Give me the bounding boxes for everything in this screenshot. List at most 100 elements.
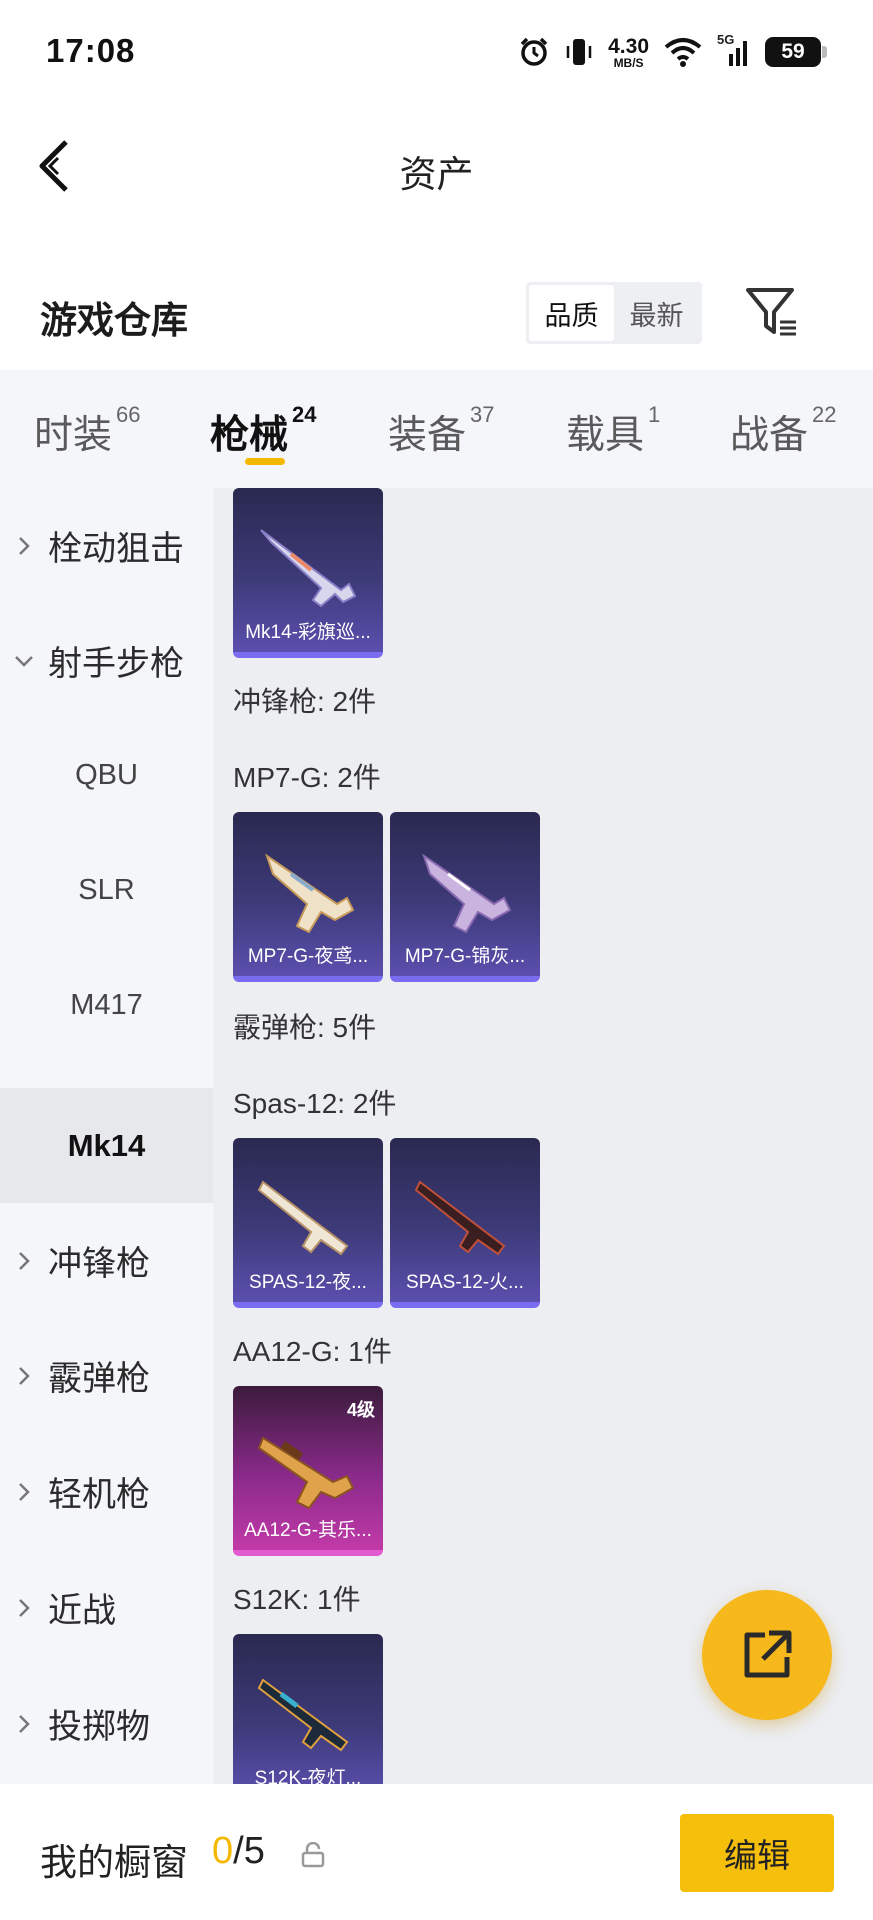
category-tabs: 时装 66 枪械 24 装备 37 载具 1 战备 22 [0, 370, 873, 488]
weapon-sidebar: 栓动狙击 射手步枪 QBU SLR M417 Mk14 冲锋枪 霰弹枪 轻机枪 … [0, 488, 213, 1784]
tab-count: 37 [470, 402, 495, 427]
showcase-bar: 我的橱窗 0/5 编辑 [0, 1784, 873, 1920]
signal-icon: 5G [717, 32, 751, 68]
weapon-card[interactable]: SPAS-12-夜... [233, 1138, 383, 1308]
chevron-right-icon [0, 1481, 48, 1503]
sidebar-item-bolt-sniper[interactable]: 栓动狙击 [0, 488, 213, 603]
chevron-right-icon [0, 1250, 48, 1272]
weapon-card-name: SPAS-12-夜... [249, 1272, 367, 1293]
sidebar-subitem-qbu[interactable]: QBU [0, 718, 213, 833]
weapon-card-name: MP7-G-锦灰... [404, 946, 526, 967]
filter-icon [746, 288, 796, 336]
share-button[interactable] [702, 1590, 832, 1720]
share-icon [744, 1630, 792, 1678]
tab-label: 时装 [34, 414, 113, 457]
sidebar-item-label: 栓动狙击 [48, 530, 184, 568]
net-speed-unit: MB/S [613, 55, 644, 70]
edit-button[interactable]: 编辑 [680, 1814, 834, 1892]
net-speed-value: 4.30 [608, 34, 649, 58]
showcase-label: 我的橱窗 [40, 1842, 188, 1883]
weapon-card[interactable]: MP7-G-夜鸢... [233, 812, 383, 982]
chevron-down-icon [0, 654, 48, 668]
vibrate-icon [564, 36, 594, 68]
section-mp7: MP7-G: 2件 [233, 762, 381, 793]
sidebar-item-label: 近战 [48, 1592, 116, 1630]
warehouse-bar: 游戏仓库 品质 最新 [0, 260, 873, 370]
sidebar-subitem-m417[interactable]: M417 [0, 948, 213, 1063]
showcase-current: 0 [212, 1830, 234, 1872]
tab-label: 枪械 [210, 414, 289, 457]
weapon-card[interactable]: Mk14-彩旗巡... [233, 488, 383, 658]
shotgun-image [414, 1180, 506, 1256]
sidebar-item-marksman[interactable]: 射手步枪 [0, 603, 213, 718]
chevron-right-icon [0, 1365, 48, 1387]
section-s12k: S12K: 1件 [233, 1584, 361, 1615]
tab-count: 22 [812, 402, 837, 427]
chevron-right-icon [0, 535, 48, 557]
status-time: 17:08 [46, 32, 136, 69]
wifi-icon [663, 36, 703, 68]
showcase-count: 0/5 [212, 1830, 265, 1873]
sidebar-subitem-mk14[interactable]: Mk14 [0, 1088, 213, 1203]
sidebar-item-label: 投掷物 [48, 1708, 150, 1746]
tab-label: 战备 [730, 414, 809, 457]
sidebar-item-shotgun[interactable]: 霰弹枪 [0, 1318, 213, 1433]
weapon-card[interactable]: S12K-夜灯... [233, 1634, 383, 1784]
shotgun-image [257, 1436, 355, 1510]
tab-label: 载具 [566, 414, 645, 457]
tab-equipment[interactable]: 装备 37 [388, 402, 495, 460]
tab-label: 装备 [388, 414, 467, 457]
sort-newest-button[interactable]: 最新 [614, 285, 699, 341]
sort-quality-button[interactable]: 品质 [529, 285, 614, 341]
weapon-card[interactable]: MP7-G-锦灰... [390, 812, 540, 982]
filter-button[interactable] [744, 284, 800, 340]
page-header: 资产 [0, 100, 873, 230]
tab-fashion[interactable]: 时装 66 [34, 402, 141, 460]
sidebar-item-smg[interactable]: 冲锋枪 [0, 1203, 213, 1318]
weapon-card-name: MP7-G-夜鸢... [247, 946, 369, 967]
rifle-image [260, 529, 357, 608]
sidebar-item-melee[interactable]: 近战 [0, 1550, 213, 1665]
weapon-card[interactable]: 4级 AA12-G-其乐... [233, 1386, 383, 1556]
shotgun-image [257, 1678, 349, 1752]
section-shotgun: 霰弹枪: 5件 [233, 1012, 377, 1043]
tab-supplies[interactable]: 战备 22 [730, 402, 837, 460]
sidebar-item-throwables[interactable]: 投掷物 [0, 1666, 213, 1781]
page-title: 资产 [399, 154, 474, 195]
sidebar-item-lmg[interactable]: 轻机枪 [0, 1434, 213, 1549]
smg-image [265, 853, 355, 934]
sidebar-item-label: 冲锋枪 [48, 1245, 150, 1283]
tab-count: 24 [292, 402, 317, 427]
tab-count: 66 [116, 402, 141, 427]
battery-icon: 59 [765, 37, 827, 67]
chevron-right-icon [0, 1713, 48, 1735]
weapon-card-name: Mk14-彩旗巡... [245, 622, 371, 643]
tab-vehicles[interactable]: 载具 1 [566, 402, 661, 460]
sidebar-item-label: 轻机枪 [48, 1476, 150, 1514]
net-speed: 4.30 MB/S [608, 36, 649, 69]
active-tab-indicator [245, 458, 285, 465]
sidebar-item-label: 射手步枪 [48, 645, 184, 683]
status-icons: 4.30 MB/S 5G 59 [518, 30, 827, 74]
sidebar-item-label: 霰弹枪 [48, 1360, 150, 1398]
showcase-total: /5 [233, 1830, 265, 1872]
sort-toggle: 品质 最新 [526, 282, 702, 344]
warehouse-title: 游戏仓库 [40, 300, 188, 341]
section-aa12: AA12-G: 1件 [233, 1336, 392, 1367]
section-spas: Spas-12: 2件 [233, 1088, 397, 1119]
sidebar-subitem-slr[interactable]: SLR [0, 833, 213, 948]
weapon-card-name: AA12-G-其乐... [244, 1520, 372, 1541]
alarm-icon [518, 36, 550, 68]
shotgun-image [257, 1180, 349, 1256]
weapon-card-name: S12K-夜灯... [254, 1768, 362, 1784]
weapon-card[interactable]: SPAS-12-火... [390, 1138, 540, 1308]
tab-count: 1 [648, 402, 661, 427]
lock-icon [301, 1842, 325, 1868]
chevron-right-icon [0, 1597, 48, 1619]
section-smg: 冲锋枪: 2件 [233, 686, 377, 717]
weapon-card-name: SPAS-12-火... [406, 1272, 524, 1293]
smg-image [422, 853, 512, 934]
tab-guns[interactable]: 枪械 24 [210, 402, 317, 460]
signal-label: 5G [717, 32, 735, 47]
status-bar: 17:08 4.30 MB/S 5G 59 [0, 0, 873, 100]
